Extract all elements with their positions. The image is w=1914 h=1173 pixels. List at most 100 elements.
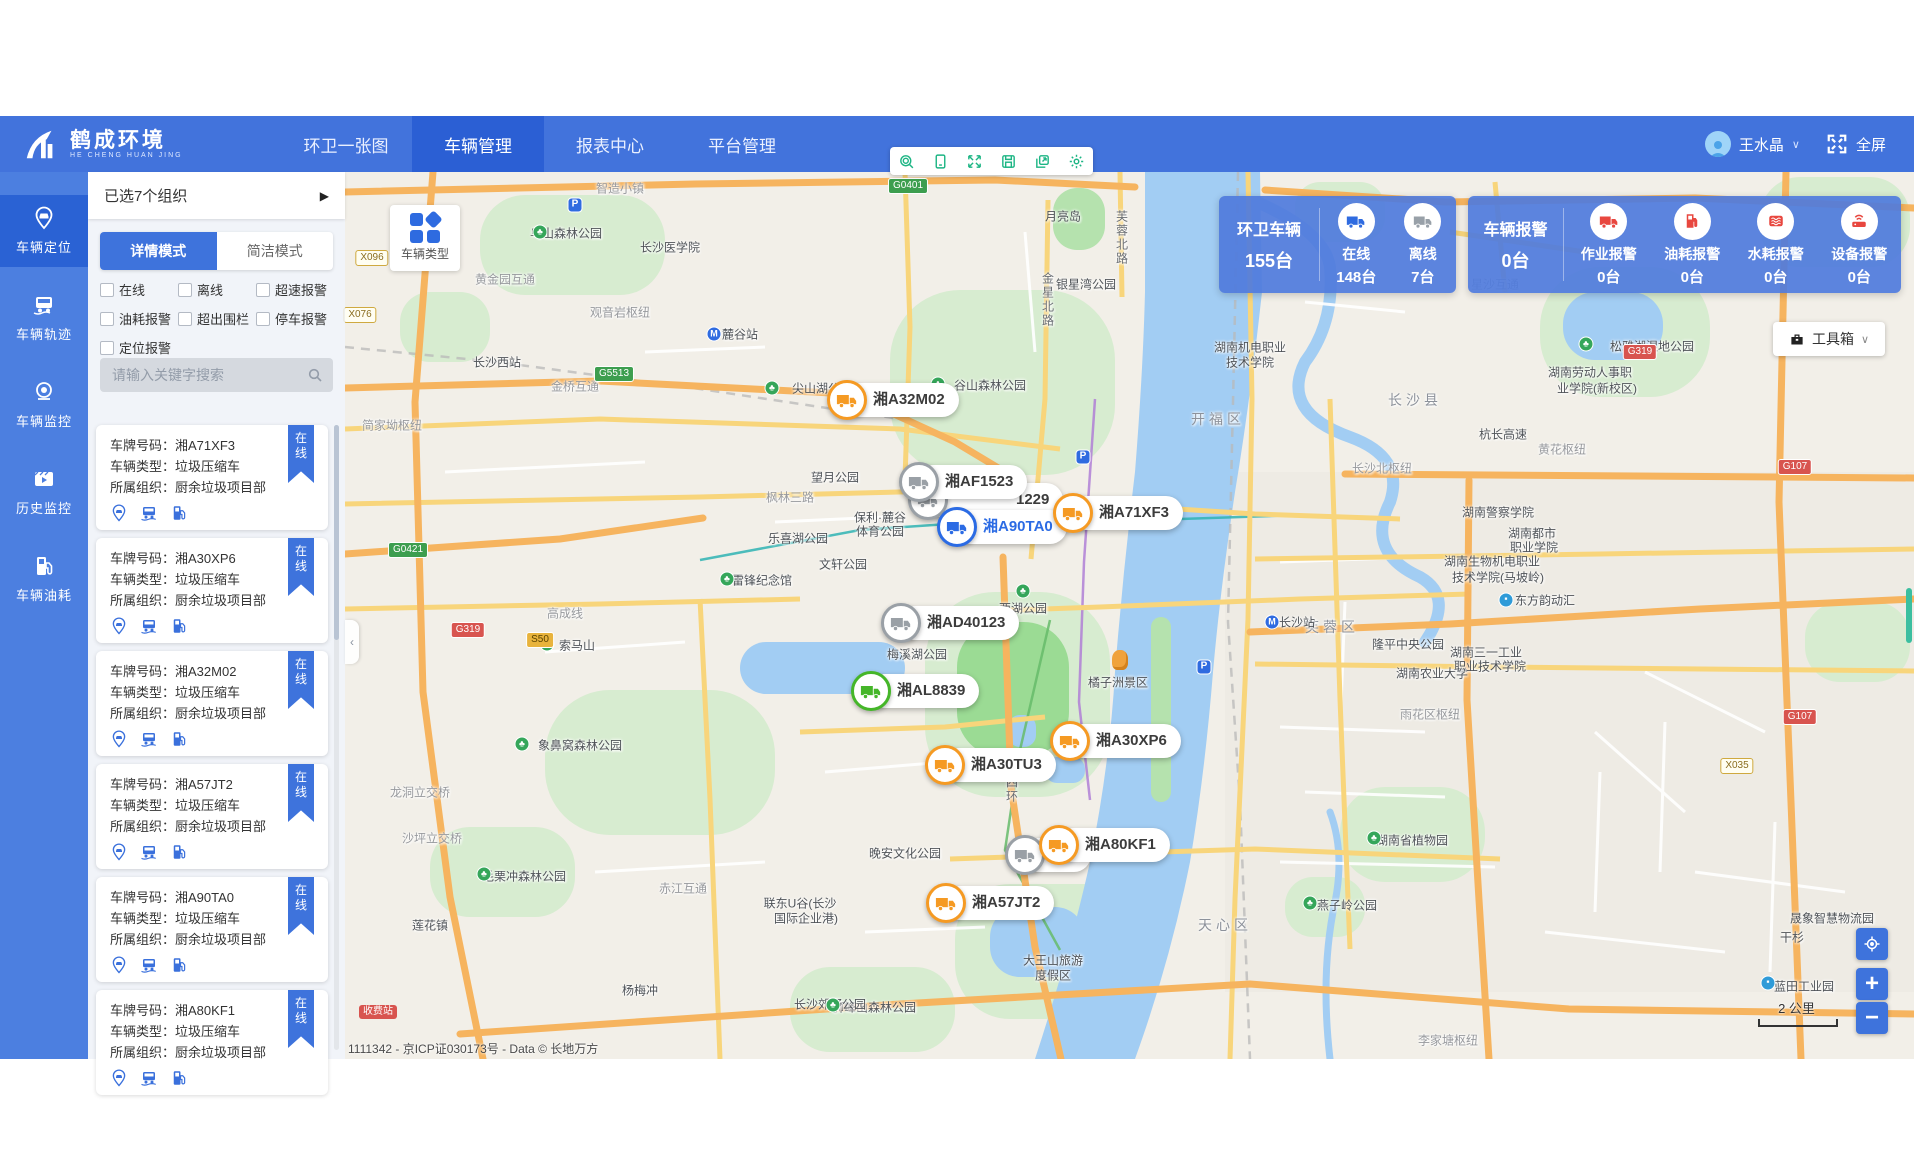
map-poi-icon [515,737,530,752]
checkbox[interactable] [256,283,270,297]
vehicle-card[interactable]: 车牌号码：湘A90TA0 车辆类型：垃圾压缩车 所属组织：厨余垃圾项目部 在线 [96,877,328,982]
search-input[interactable] [110,366,307,384]
vehicle-marker[interactable]: 湘A32M02 [827,380,867,420]
vehicle-marker[interactable]: 湘A30TU3 [925,745,965,785]
fuel-vehicle-icon[interactable] [170,617,188,635]
fuel-vehicle-icon[interactable] [170,730,188,748]
map-label: 枫林三路 [766,489,814,506]
chevron-down-icon[interactable]: ∨ [1792,138,1800,151]
vehicle-marker[interactable]: 湘A90TA0 [937,507,977,547]
vehicle-marker[interactable]: 湘A57JT2 [926,883,966,923]
vehicle-type-card[interactable]: 车辆类型 [390,205,460,271]
checkbox[interactable] [100,312,114,326]
vehicle-marker[interactable]: 湘A80KF1 [1039,825,1079,865]
sidebar-item-vehicle-monitor[interactable]: 车辆监控 [0,369,88,441]
filter-checkbox-item[interactable]: 超速报警 [256,280,334,299]
truck-icon[interactable] [925,745,965,785]
locate-vehicle-icon[interactable] [110,504,128,522]
nav-item-vehicle-mgmt[interactable]: 车辆管理 [412,116,544,172]
filter-checkbox-item[interactable]: 定位报警 [100,338,178,357]
track-vehicle-icon[interactable] [140,730,158,748]
truck-icon[interactable] [899,462,939,502]
panel-scrollbar[interactable] [334,425,339,1050]
truck-icon[interactable] [937,507,977,547]
zoom-in-button[interactable]: + [1856,968,1888,1000]
checkbox[interactable] [256,312,270,326]
fullscreen-label[interactable]: 全屏 [1856,134,1886,155]
locate-vehicle-icon[interactable] [110,730,128,748]
nav-item-platform[interactable]: 平台管理 [676,116,808,172]
checkbox[interactable] [100,283,114,297]
nav-item-reports[interactable]: 报表中心 [544,116,676,172]
vehicle-card[interactable]: 车牌号码：湘A57JT2 车辆类型：垃圾压缩车 所属组织：厨余垃圾项目部 在线 [96,764,328,869]
filter-checkbox-item[interactable]: 离线 [178,280,256,299]
search-icon[interactable] [307,367,323,383]
expand-icon[interactable] [966,153,983,170]
truck-icon[interactable] [1039,825,1079,865]
filter-checkbox-item[interactable]: 停车报警 [256,309,334,328]
sidebar-item-vehicle-track[interactable]: 车辆轨迹 [0,282,88,354]
vehicle-marker[interactable]: 湘A71XF3 [1053,493,1093,533]
vehicle-marker[interactable]: 湘AL8839 [851,671,891,711]
track-vehicle-icon[interactable] [140,843,158,861]
fuel-vehicle-icon[interactable] [170,1069,188,1087]
org-selector[interactable]: 已选7个组织 ▶ [88,172,345,219]
truck-icon[interactable] [881,603,921,643]
zoom-out-button[interactable]: − [1856,1002,1888,1034]
mode-tabs: 详情模式 简洁模式 [100,232,333,270]
vehicle-card[interactable]: 车牌号码：湘A32M02 车辆类型：垃圾压缩车 所属组织：厨余垃圾项目部 在线 [96,651,328,756]
save-icon[interactable] [1000,153,1017,170]
sidebar-item-vehicle-location[interactable]: 车辆定位 [0,195,88,267]
scrollbar-thumb[interactable] [1906,588,1912,643]
map-label: 沙坪立交桥 [402,830,462,847]
device-icon[interactable] [932,153,949,170]
fullscreen-icon[interactable] [1826,133,1848,155]
locate-vehicle-icon[interactable] [110,843,128,861]
zoom-search-icon[interactable] [898,153,915,170]
arrow-right-icon[interactable]: ▶ [320,189,329,203]
nav-item-overview[interactable]: 环卫一张图 [280,116,412,172]
truck-icon[interactable] [926,883,966,923]
tab-simple-mode[interactable]: 简洁模式 [217,232,334,270]
vehicle-marker[interactable]: 湘A30XP6 [1050,721,1090,761]
user-name[interactable]: 王水晶 [1739,134,1784,155]
checkbox[interactable] [100,341,114,355]
track-vehicle-icon[interactable] [140,504,158,522]
map-label: 李家塘枢纽 [1418,1032,1478,1049]
track-vehicle-icon[interactable] [140,1069,158,1087]
truck-icon[interactable] [1050,721,1090,761]
sidebar-item-vehicle-fuel[interactable]: 车辆油耗 [0,543,88,615]
avatar[interactable] [1705,131,1731,157]
track-vehicle-icon[interactable] [140,956,158,974]
locate-button[interactable] [1856,928,1888,960]
track-vehicle-icon[interactable] [140,617,158,635]
fuel-vehicle-icon[interactable] [170,504,188,522]
truck-icon[interactable] [851,671,891,711]
panel-scrollbar-thumb[interactable] [334,425,339,640]
sidebar-item-history-monitor[interactable]: 历史监控 [0,456,88,528]
locate-vehicle-icon[interactable] [110,617,128,635]
export-icon[interactable] [1034,153,1051,170]
vehicle-marker[interactable]: 湘AD40123 [881,603,921,643]
filter-checkbox-item[interactable]: 油耗报警 [100,309,178,328]
fuel-vehicle-icon[interactable] [170,956,188,974]
vehicle-card[interactable]: 车牌号码：湘A80KF1 车辆类型：垃圾压缩车 所属组织：厨余垃圾项目部 在线 [96,990,328,1095]
fuel-vehicle-icon[interactable] [170,843,188,861]
filter-checkbox-item[interactable]: 在线 [100,280,178,299]
toolbox-button[interactable]: 工具箱 ∨ [1773,322,1885,356]
panel-collapse-handle[interactable]: ‹ [345,620,359,664]
checkbox[interactable] [178,283,192,297]
map-label: 象鼻窝森林公园 [538,737,622,754]
vehicle-card[interactable]: 车牌号码：湘A71XF3 车辆类型：垃圾压缩车 所属组织：厨余垃圾项目部 在线 [96,425,328,530]
vehicle-card[interactable]: 车牌号码：湘A30XP6 车辆类型：垃圾压缩车 所属组织：厨余垃圾项目部 在线 [96,538,328,643]
vehicle-marker[interactable]: 湘AF1523 [899,462,939,502]
truck-icon[interactable] [1053,493,1093,533]
filter-checkbox-item[interactable]: 超出围栏 [178,309,256,328]
tab-detail-mode[interactable]: 详情模式 [100,232,217,270]
checkbox[interactable] [178,312,192,326]
locate-vehicle-icon[interactable] [110,956,128,974]
gear-icon[interactable] [1068,153,1085,170]
filter-checkboxes: 在线 离线 超速报警 油耗报警 [100,280,340,367]
truck-icon[interactable] [827,380,867,420]
locate-vehicle-icon[interactable] [110,1069,128,1087]
